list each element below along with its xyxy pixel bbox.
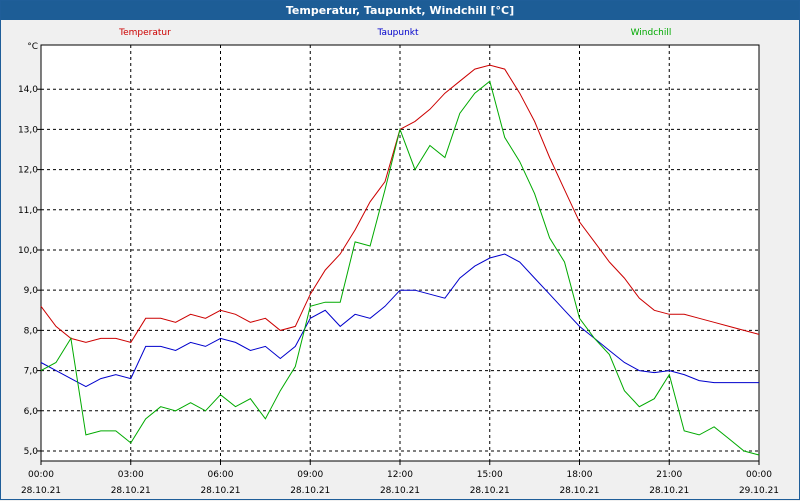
- legend: Temperatur Taupunkt Windchill: [118, 28, 671, 38]
- x-tick-time-label: 03:00: [118, 470, 144, 480]
- legend-item-windchill: Windchill: [631, 28, 672, 38]
- x-tick-time-label: 00:00: [28, 470, 54, 480]
- y-tick-label: 11,0: [18, 206, 38, 216]
- y-tick-label: 5,0: [24, 447, 39, 457]
- x-tick-time-label: 18:00: [567, 470, 593, 480]
- x-tick-date-label: 28.10.21: [559, 486, 599, 496]
- x-tick-time-label: 00:00: [746, 470, 772, 480]
- x-tick-date-label: 28.10.21: [380, 486, 420, 496]
- x-tick-date-label: 28.10.21: [200, 486, 240, 496]
- y-tick-label: 10,0: [18, 246, 38, 256]
- x-tick-date-label: 28.10.21: [649, 486, 689, 496]
- chart-window: Temperatur, Taupunkt, Windchill [°C] °C …: [0, 0, 800, 500]
- x-tick-time-label: 12:00: [387, 470, 413, 480]
- x-tick-date-label: 29.10.21: [739, 486, 779, 496]
- x-tick-date-label: 28.10.21: [111, 486, 151, 496]
- y-tick-label: 9,0: [24, 286, 39, 296]
- y-tick-label: 14,0: [18, 85, 38, 95]
- y-tick-label: 12,0: [18, 166, 38, 176]
- y-tick-label: 8,0: [24, 326, 39, 336]
- x-tick-date-label: 28.10.21: [290, 486, 330, 496]
- y-axis: °C 5,0 6,0 7,0 8,0 9,0 10,0 11,0 12,0 13,0 14,0: [18, 42, 41, 457]
- y-axis-unit-label: °C: [27, 42, 38, 52]
- legend-item-temperatur: Temperatur: [118, 28, 171, 38]
- chart-canvas: °C 5,0 6,0 7,0 8,0 9,0 10,0 11,0 12,0 13,0 14,0 0…: [18, 28, 779, 496]
- x-tick-time-label: 06:00: [208, 470, 234, 480]
- x-tick-time-label: 21:00: [656, 470, 682, 480]
- y-tick-label: 7,0: [24, 367, 39, 377]
- x-axis: 00:00 28.10.21 03:00 28.10.21 06:00 28.10.21 0…: [21, 461, 779, 496]
- x-tick-date-label: 28.10.21: [470, 486, 510, 496]
- legend-item-taupunkt: Taupunkt: [376, 28, 419, 38]
- x-tick-date-label: 28.10.21: [21, 486, 61, 496]
- y-tick-label: 13,0: [18, 125, 38, 135]
- y-tick-label: 6,0: [24, 407, 39, 417]
- x-tick-time-label: 15:00: [477, 470, 503, 480]
- x-tick-time-label: 09:00: [297, 470, 323, 480]
